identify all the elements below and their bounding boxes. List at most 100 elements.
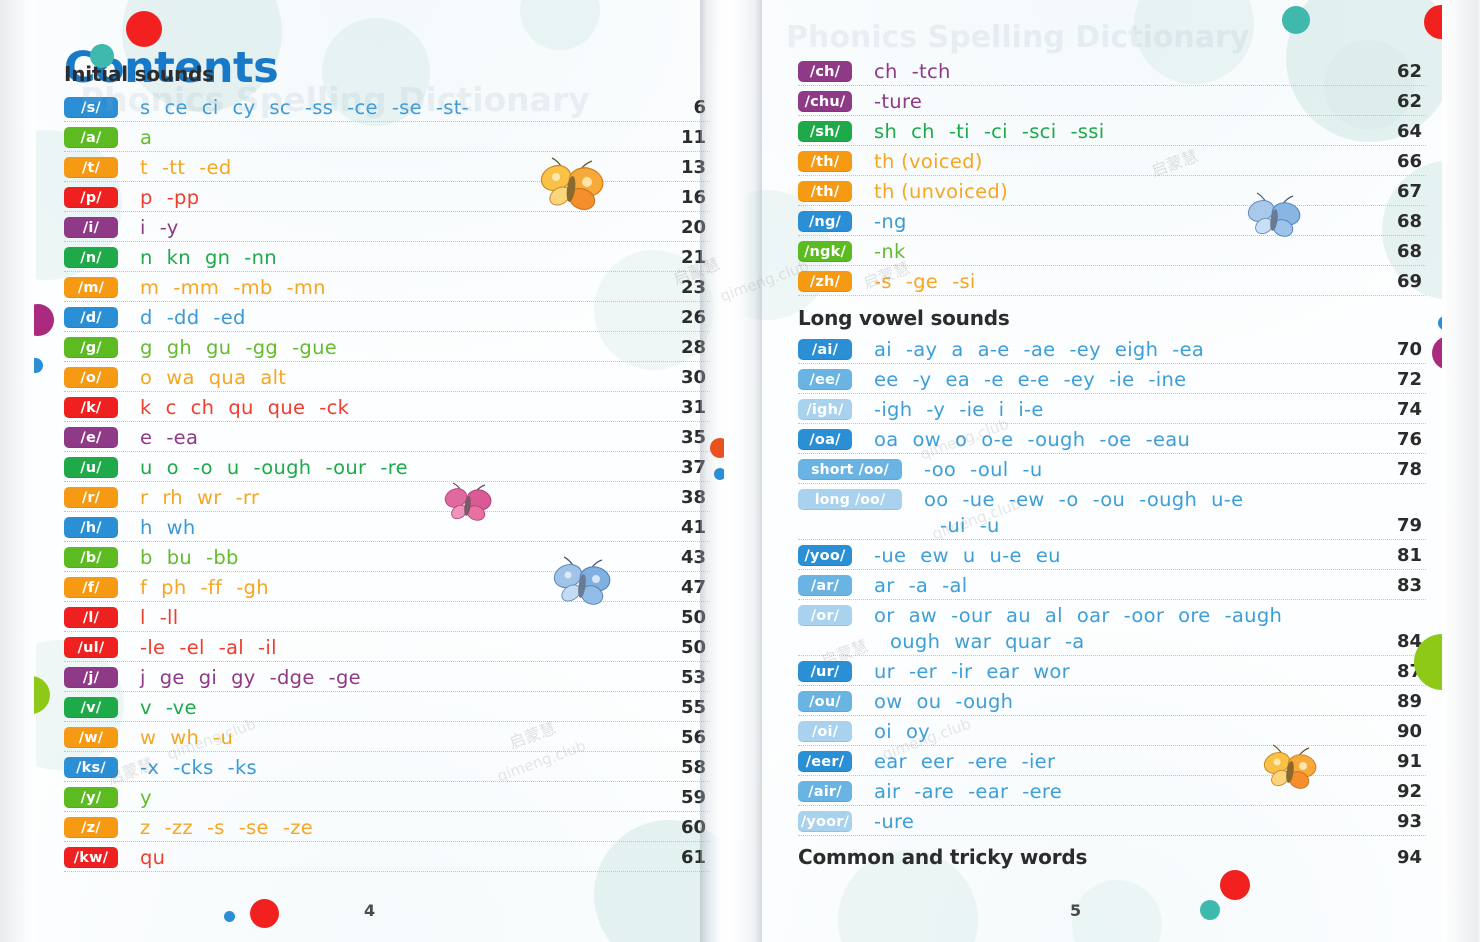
contents-row-common-and-tricky-words[interactable]: Common and tricky words 94	[798, 844, 1426, 874]
grapheme: o	[166, 456, 179, 479]
grapheme: -gh	[236, 576, 269, 599]
contents-row-r[interactable]: /r/r rh wr -rr 38	[64, 482, 710, 512]
page-number: 66	[1396, 151, 1422, 172]
grapheme: -ture	[874, 90, 923, 113]
contents-row-o[interactable]: /o/o wa qua alt 30	[64, 362, 710, 392]
contents-row-short-oo[interactable]: short /oo/ -oo -oul -u 78	[798, 454, 1426, 484]
contents-row-ee[interactable]: /ee/ee -y ea -e e-e -ey -ie -ine 72	[798, 364, 1426, 394]
contents-row-chu[interactable]: /chu/ -ture 62	[798, 86, 1426, 116]
grapheme: oo	[924, 488, 949, 511]
grapheme-list: oo -ue -ew -o -ou -ough u-e -ui -u	[902, 485, 1372, 539]
contents-list-right: /ch/ch -tch 62/chu/-ture 62/sh/sh ch -ti -ci -s…	[798, 56, 1426, 874]
contents-row-ur[interactable]: /ur/ur -er -ir ear wor 87	[798, 656, 1426, 686]
grapheme: -igh	[874, 398, 913, 421]
contents-row-or[interactable]: /or/or aw -our au al oar -oor ore -augh ough war qu…	[798, 600, 1426, 656]
grapheme: -ge	[905, 270, 939, 293]
contents-row-h[interactable]: /h/h wh 41	[64, 512, 710, 542]
contents-row-oi[interactable]: /oi/oi oy 90	[798, 716, 1426, 746]
grapheme: -al	[218, 636, 245, 659]
contents-row-y[interactable]: /y/y 59	[64, 782, 710, 812]
contents-row-d[interactable]: /d/d -dd -ed 26	[64, 302, 710, 332]
grapheme: -ff	[200, 576, 223, 599]
contents-row-yoor[interactable]: /yoor/ -ure 93	[798, 806, 1426, 836]
contents-row-s[interactable]: /s/scecicysc-ss-ce-se-st-6	[64, 92, 710, 122]
grapheme: -st-	[435, 96, 469, 119]
page-number: 62	[1396, 91, 1422, 112]
grapheme: th (voiced)	[874, 150, 983, 173]
contents-row-e[interactable]: /e/e -ea 35	[64, 422, 710, 452]
grapheme: a	[140, 126, 153, 149]
grapheme: ge	[159, 666, 185, 689]
grapheme: air	[874, 780, 901, 803]
grapheme: kn	[166, 246, 191, 269]
sound-chip-or: /or/	[798, 605, 852, 626]
contents-row-ng[interactable]: /ng/ -ng 68	[798, 206, 1426, 236]
contents-row-t[interactable]: /t/t -tt -ed 13	[64, 152, 710, 182]
grapheme-list: w wh -u	[118, 723, 656, 751]
contents-row-eer[interactable]: /eer/ear eer -ere -ier 91	[798, 746, 1426, 776]
contents-row-k[interactable]: /k/k c ch qu que -ck 31	[64, 392, 710, 422]
grapheme: t	[140, 156, 148, 179]
contents-row-ul[interactable]: /ul/-le -el -al -il 50	[64, 632, 710, 662]
contents-row-long-oo[interactable]: long /oo/oo -ue -ew -o -ou -ough u-e -ui -u 79	[798, 484, 1426, 540]
grapheme: -u	[1022, 458, 1043, 481]
contents-row-w[interactable]: /w/w wh -u 56	[64, 722, 710, 752]
contents-row-i[interactable]: /i/i -y 20	[64, 212, 710, 242]
grapheme: u-e	[1211, 488, 1244, 511]
contents-row-oa[interactable]: /oa/oa ow o o-e -ough -oe -eau 76	[798, 424, 1426, 454]
sound-chip-eer: /eer/	[798, 751, 852, 772]
contents-row-ngk[interactable]: /ngk/ -nk 68	[798, 236, 1426, 266]
contents-row-v[interactable]: /v/v -ve 55	[64, 692, 710, 722]
grapheme: ou	[916, 690, 942, 713]
contents-row-sh[interactable]: /sh/sh ch -ti -ci -sci -ssi 64	[798, 116, 1426, 146]
grapheme: que	[267, 396, 306, 419]
grapheme-list-line2: -ui -u	[924, 513, 1372, 539]
grapheme: gy	[231, 666, 256, 689]
contents-row-m[interactable]: /m/m -mm -mb -mn 23	[64, 272, 710, 302]
grapheme: o-e	[981, 428, 1014, 451]
grapheme: -se	[391, 96, 422, 119]
contents-row-th[interactable]: /th/th (unvoiced) 67	[798, 176, 1426, 206]
contents-row-l[interactable]: /l/l -ll 50	[64, 602, 710, 632]
grapheme-list: z -zz -s -se -ze	[118, 813, 656, 841]
grapheme: gn	[204, 246, 231, 269]
grapheme: -tch	[911, 60, 951, 83]
grapheme: -our	[951, 604, 992, 627]
contents-row-a[interactable]: /a/a 11	[64, 122, 710, 152]
grapheme: z	[140, 816, 151, 839]
grapheme-list: -ng	[852, 207, 1372, 235]
book-left-edge	[0, 0, 36, 942]
contents-row-b[interactable]: /b/b bu -bb 43	[64, 542, 710, 572]
grapheme: i	[998, 398, 1005, 421]
book-gutter	[700, 0, 762, 942]
contents-row-j[interactable]: /j/j ge gi gy -dge -ge 53	[64, 662, 710, 692]
grapheme: -ere	[967, 750, 1008, 773]
grapheme-list: air -are -ear -ere	[852, 777, 1372, 805]
grapheme: ch	[874, 60, 898, 83]
contents-row-kw[interactable]: /kw/qu 61	[64, 842, 710, 872]
contents-row-p[interactable]: /p/p -pp 16	[64, 182, 710, 212]
sound-chip-ch: /ch/	[798, 61, 852, 82]
grapheme: -ea	[1172, 338, 1205, 361]
contents-row-th[interactable]: /th/th (voiced) 66	[798, 146, 1426, 176]
contents-row-ar[interactable]: /ar/ar -a -al 83	[798, 570, 1426, 600]
grapheme: ci	[201, 96, 219, 119]
grapheme: -oo	[924, 458, 957, 481]
contents-row-g[interactable]: /g/g gh gu -gg -gue 28	[64, 332, 710, 362]
contents-row-ks[interactable]: /ks/-x -cks -ks 58	[64, 752, 710, 782]
contents-row-igh[interactable]: /igh/ -igh -y -ie i i-e 74	[798, 394, 1426, 424]
contents-row-ch[interactable]: /ch/ch -tch 62	[798, 56, 1426, 86]
grapheme: -ze	[282, 816, 314, 839]
contents-row-n[interactable]: /n/n kn gn -nn 21	[64, 242, 710, 272]
contents-row-z[interactable]: /z/z -zz -s -se -ze 60	[64, 812, 710, 842]
sound-chip-th: /th/	[798, 151, 852, 172]
contents-row-f[interactable]: /f/f ph -ff -gh 47	[64, 572, 710, 602]
contents-row-yoo[interactable]: /yoo/ -ue ew u u-e eu 81	[798, 540, 1426, 570]
grapheme-list: ow ou -ough	[852, 687, 1372, 715]
contents-row-u[interactable]: /u/u o -o u -ough -our -re 37	[64, 452, 710, 482]
contents-row-air[interactable]: /air/air -are -ear -ere 92	[798, 776, 1426, 806]
contents-row-ou[interactable]: /ou/ow ou -ough 89	[798, 686, 1426, 716]
section-heading-long-vowel-sounds: Long vowel sounds	[798, 306, 1010, 330]
contents-row-zh[interactable]: /zh/ -s -ge -si 69	[798, 266, 1426, 296]
contents-row-ai[interactable]: /ai/ai -ay a a-e -ae -ey eigh -ea 70	[798, 334, 1426, 364]
